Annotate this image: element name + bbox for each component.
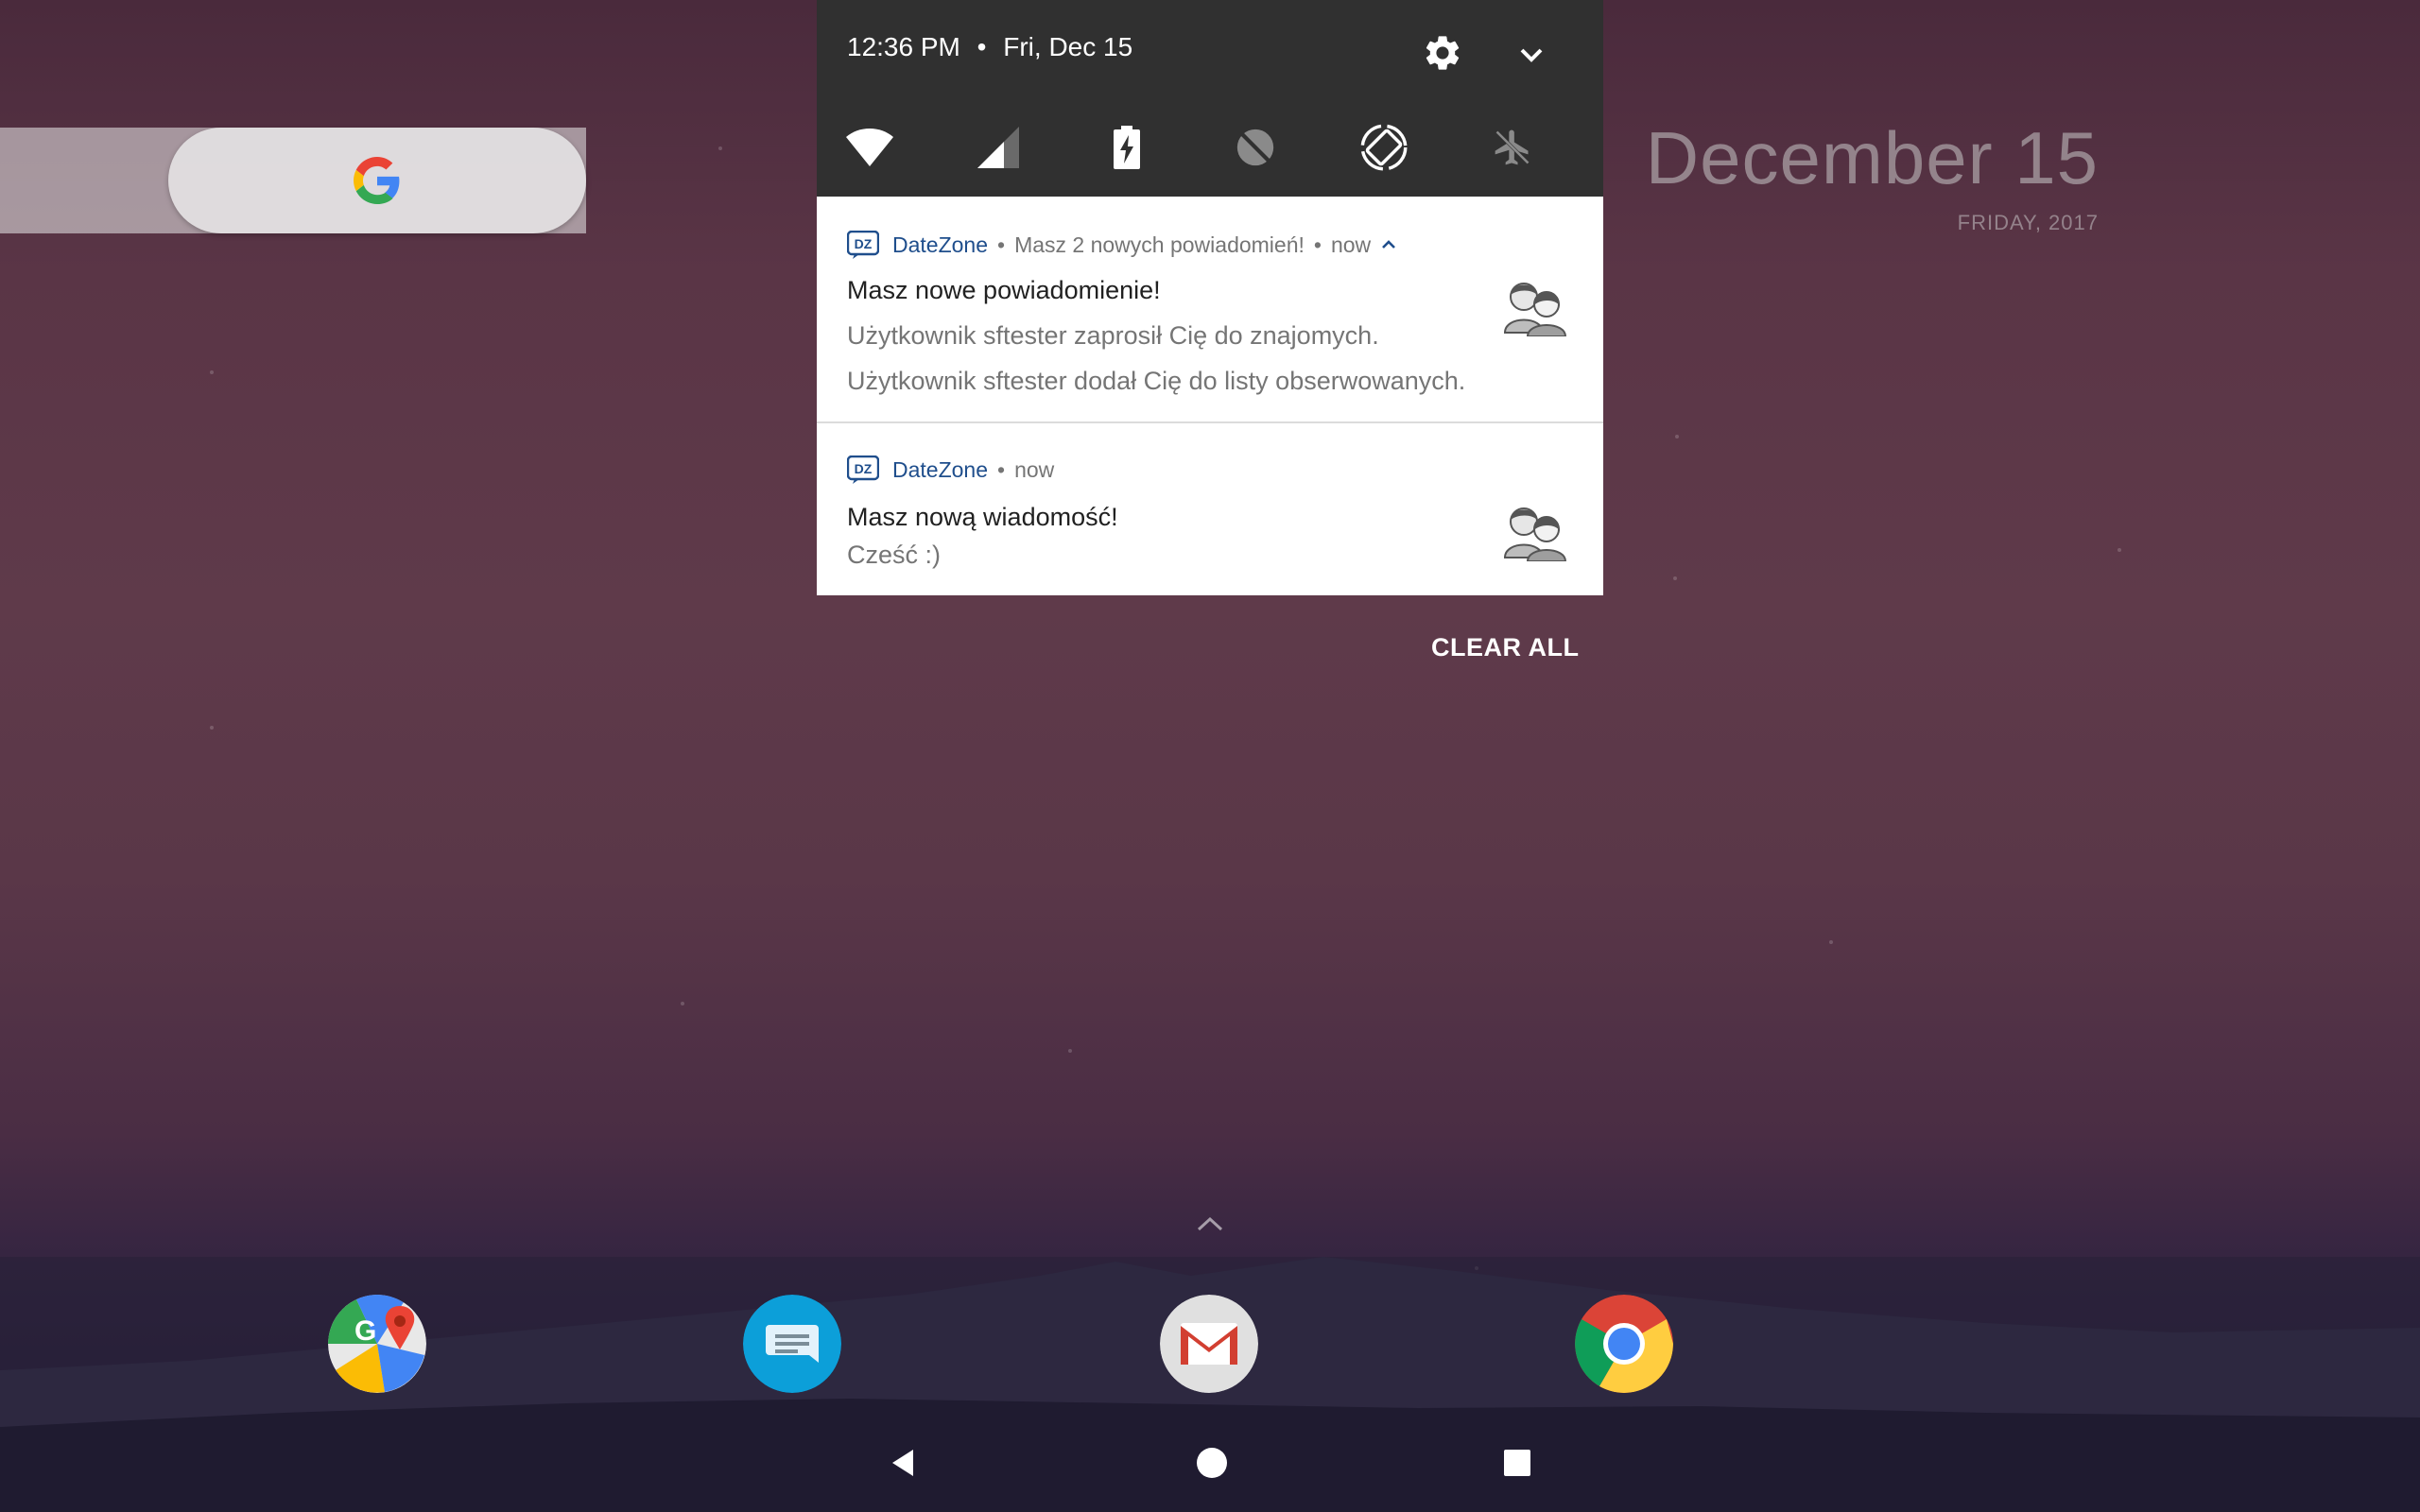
messages-app-icon[interactable] [743, 1295, 841, 1393]
notification-header: DZ DateZone • now [847, 455, 1054, 484]
expand-icon[interactable] [1512, 36, 1550, 74]
cellular-tile[interactable] [972, 121, 1025, 174]
quick-settings-panel: 12:36 PM • Fri, Dec 15 [817, 0, 1603, 197]
google-g-icon [354, 157, 400, 204]
battery-tile[interactable] [1100, 121, 1153, 174]
status-datetime: 12:36 PM • Fri, Dec 15 [847, 32, 1132, 62]
maps-app-icon[interactable]: G [328, 1295, 426, 1393]
svg-text:G: G [354, 1315, 376, 1347]
couple-avatar-icon [1503, 507, 1567, 561]
notification-line: Użytkownik sftester zaprosił Cię do znaj… [847, 321, 1379, 350]
notification-time: now [1330, 232, 1372, 257]
app-icon-badge: DZ [855, 236, 873, 251]
notification-time: now [1014, 456, 1055, 482]
datezone-app-icon: DZ [847, 231, 879, 259]
battery-charging-icon [1114, 126, 1140, 169]
airplane-tile[interactable] [1486, 121, 1539, 174]
auto-rotate-icon [1360, 124, 1408, 171]
location-off-icon [1236, 129, 1274, 166]
date-widget-main: December 15 [1645, 116, 2099, 199]
chrome-app-icon[interactable] [1575, 1295, 1673, 1393]
google-search-widget[interactable] [168, 128, 586, 233]
location-tile[interactable] [1229, 121, 1282, 174]
collapse-chevron-icon[interactable] [1380, 238, 1397, 251]
header-separator: • [1313, 232, 1322, 257]
home-button[interactable] [1193, 1444, 1231, 1482]
notification-header: DZ DateZone • Masz 2 nowych powiadomień!… [847, 231, 1397, 259]
settings-icon[interactable] [1422, 32, 1463, 74]
wifi-icon [846, 129, 893, 166]
wifi-tile[interactable] [843, 121, 896, 174]
notification-line: Cześć :) [847, 541, 942, 569]
notification-card[interactable]: DZ DateZone • Masz 2 nowych powiadomień!… [817, 197, 1603, 423]
notification-title: Masz nowe powiadomienie! [847, 276, 1161, 304]
notification-line: Użytkownik sftester dodał Cię do listy o… [847, 367, 1466, 395]
header-separator: • [997, 456, 1006, 482]
gmail-app-icon[interactable] [1160, 1295, 1258, 1393]
notification-title: Masz nową wiadomość! [847, 503, 1118, 531]
datezone-app-icon: DZ [847, 455, 879, 484]
notification-summary: Masz 2 nowych powiadomień! [1014, 232, 1305, 257]
status-separator: • [977, 32, 987, 61]
notification-shade: 12:36 PM • Fri, Dec 15 DZ DateZone • Mas… [817, 0, 1603, 595]
app-icon-badge: DZ [855, 461, 873, 476]
cellular-signal-icon [977, 127, 1019, 168]
auto-rotate-tile[interactable] [1357, 121, 1410, 174]
header-separator: • [997, 232, 1006, 257]
recents-button[interactable] [1498, 1444, 1536, 1482]
date-widget-sub: FRIDAY, 2017 [1957, 211, 2099, 234]
notification-app-name: DateZone [892, 232, 989, 257]
couple-avatar-icon [1503, 283, 1567, 336]
app-drawer-arrow-icon[interactable] [1193, 1213, 1227, 1234]
notification-app-name: DateZone [892, 456, 989, 482]
back-button[interactable] [885, 1444, 923, 1482]
airplane-mode-icon [1495, 129, 1530, 165]
notification-card[interactable]: DZ DateZone • now Masz nową wiadomość! C… [817, 423, 1603, 595]
status-date[interactable]: Fri, Dec 15 [1003, 32, 1132, 61]
status-time: 12:36 PM [847, 32, 960, 61]
date-widget[interactable]: December 15 FRIDAY, 2017 [1646, 115, 2099, 235]
clear-all-button[interactable]: CLEAR ALL [1431, 633, 1579, 662]
